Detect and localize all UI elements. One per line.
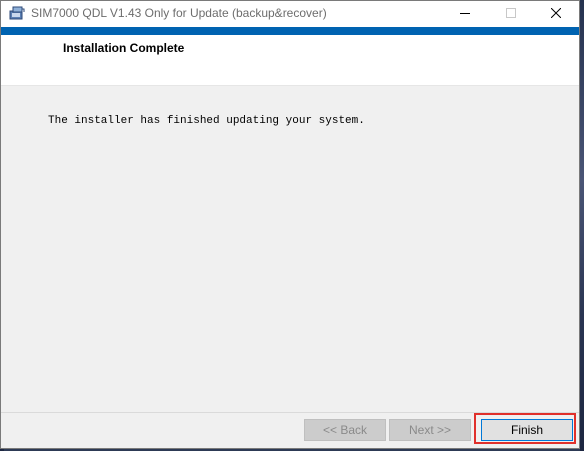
close-button[interactable] [533,1,579,27]
page-title: Installation Complete [63,41,185,55]
title-bar[interactable]: SIM7000 QDL V1.43 Only for Update (backu… [1,1,579,27]
maximize-icon [506,5,516,23]
installer-app-icon [9,6,25,22]
finish-button[interactable]: Finish [481,419,573,441]
completion-message: The installer has finished updating your… [48,115,365,127]
footer-divider [1,412,579,413]
accent-bar [1,27,579,35]
minimize-button[interactable] [442,1,488,27]
minimize-icon [460,5,470,23]
installer-window: SIM7000 QDL V1.43 Only for Update (backu… [0,0,580,449]
wizard-header: Installation Complete [1,35,579,86]
window-title: SIM7000 QDL V1.43 Only for Update (backu… [31,6,327,20]
back-button: << Back [304,419,386,441]
next-button: Next >> [389,419,471,441]
close-icon [550,5,562,23]
maximize-button [488,1,534,27]
desktop-background-right [580,0,584,451]
